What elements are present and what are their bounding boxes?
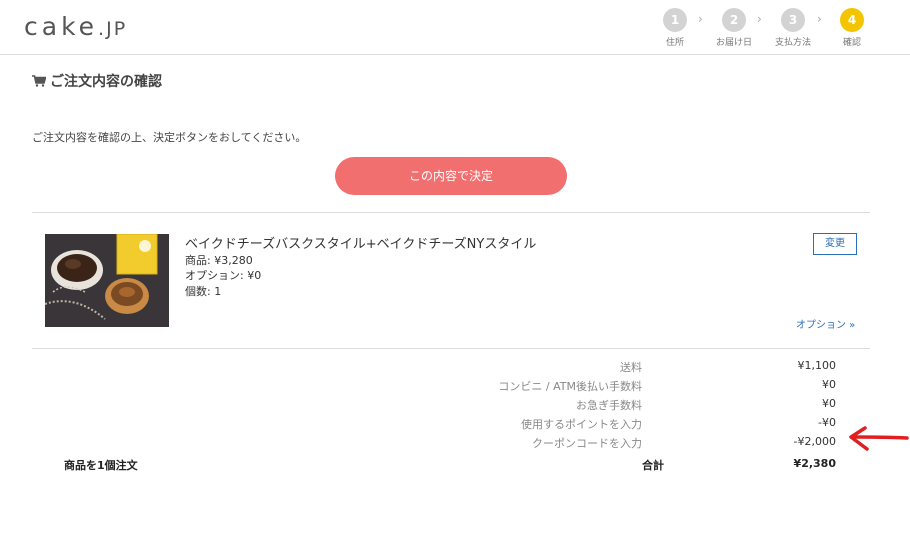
convenience-fee-value: ¥0 bbox=[822, 378, 836, 391]
step-separator-icon: › bbox=[757, 12, 762, 26]
site-header: cake.JP 1 住所 › 2 お届け日 › 3 支払方法 › 4 確認 bbox=[0, 0, 910, 55]
express-fee-value: ¥0 bbox=[822, 397, 836, 410]
product-quantity: 個数: 1 bbox=[185, 285, 222, 298]
logo-suffix: .JP bbox=[98, 18, 128, 40]
shipping-fee-label: 送料 bbox=[620, 361, 642, 374]
step-address: 1 住所 bbox=[650, 8, 700, 48]
coupon-value: -¥2,000 bbox=[793, 435, 836, 448]
step-separator-icon: › bbox=[698, 12, 703, 26]
page-title-text: ご注文内容の確認 bbox=[50, 74, 162, 90]
step-number: 2 bbox=[722, 8, 746, 32]
step-confirm: 4 確認 bbox=[827, 8, 877, 48]
coupon-code-link[interactable]: クーポンコードを入力 bbox=[532, 435, 642, 451]
confirm-order-button[interactable]: この内容で決定 bbox=[335, 157, 567, 195]
points-value: -¥0 bbox=[818, 416, 836, 429]
convenience-fee-label: コンビニ / ATM後払い手数料 bbox=[498, 380, 642, 393]
cake-jp-logo[interactable]: cake.JP bbox=[24, 12, 127, 41]
annotation-arrow-icon bbox=[849, 426, 909, 451]
divider bbox=[32, 212, 870, 213]
step-label: 支払方法 bbox=[774, 38, 811, 48]
step-delivery-date: 2 お届け日 bbox=[709, 8, 759, 48]
step-separator-icon: › bbox=[817, 12, 822, 26]
page-title: ご注文内容の確認 bbox=[32, 71, 162, 91]
instruction-text: ご注文内容を確認の上、決定ボタンをおしてください。 bbox=[32, 131, 307, 144]
total-value: ¥2,380 bbox=[793, 457, 836, 470]
shipping-fee-value: ¥1,100 bbox=[797, 359, 837, 372]
step-payment-method: 3 支払方法 bbox=[768, 8, 818, 48]
step-number: 4 bbox=[840, 8, 864, 32]
express-fee-label: お急ぎ手数料 bbox=[576, 399, 642, 412]
product-price: 商品: ¥3,280 bbox=[185, 254, 253, 267]
option-link[interactable]: オプション » bbox=[796, 316, 855, 331]
step-label: 確認 bbox=[842, 38, 861, 48]
product-image bbox=[45, 234, 169, 327]
step-number: 3 bbox=[781, 8, 805, 32]
product-name: ベイクドチーズバスクスタイル+ベイクドチーズNYスタイル bbox=[185, 237, 537, 252]
logo-main: cake bbox=[24, 12, 99, 41]
step-label: お届け日 bbox=[715, 38, 752, 48]
cart-icon bbox=[32, 75, 46, 87]
divider bbox=[32, 348, 870, 349]
step-label: 住所 bbox=[665, 38, 684, 48]
item-count: 商品を1個注文 bbox=[64, 459, 138, 472]
points-input-link[interactable]: 使用するポイントを入力 bbox=[521, 416, 642, 432]
product-option-price: オプション: ¥0 bbox=[185, 269, 262, 282]
change-button[interactable]: 変更 bbox=[813, 233, 857, 255]
step-number: 1 bbox=[663, 8, 687, 32]
total-label: 合計 bbox=[642, 459, 664, 472]
